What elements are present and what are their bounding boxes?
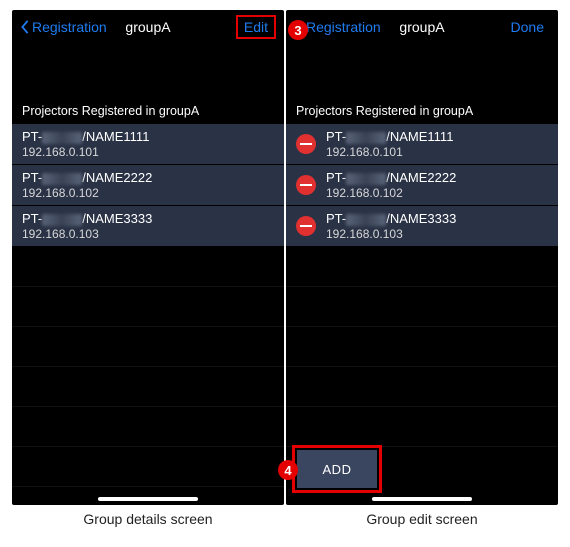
chevron-left-icon xyxy=(20,20,30,34)
navigation-bar: Registration groupA Done xyxy=(286,10,558,44)
redacted-model xyxy=(346,173,386,185)
projector-ip: 192.168.0.103 xyxy=(22,227,152,241)
projector-ip: 192.168.0.102 xyxy=(326,186,456,200)
add-highlight: ADD xyxy=(292,445,382,493)
projector-ip: 192.168.0.102 xyxy=(22,186,152,200)
empty-row xyxy=(286,407,558,447)
empty-row xyxy=(12,287,284,327)
redacted-model xyxy=(42,173,82,185)
right-caption: Group edit screen xyxy=(286,511,558,527)
callout-4: 4 xyxy=(278,460,298,480)
redacted-model xyxy=(42,132,82,144)
empty-row xyxy=(12,447,284,487)
delete-icon[interactable] xyxy=(296,216,316,236)
empty-row xyxy=(12,327,284,367)
page-title: groupA xyxy=(399,19,444,35)
redacted-model xyxy=(42,214,82,226)
section-header: Projectors Registered in groupA xyxy=(12,44,284,124)
done-button[interactable]: Done xyxy=(505,15,550,39)
empty-row xyxy=(12,247,284,287)
back-button[interactable]: Registration xyxy=(20,19,107,35)
redacted-model xyxy=(346,214,386,226)
group-details-screen: Registration groupA Edit Projectors Regi… xyxy=(12,10,284,505)
add-button[interactable]: ADD xyxy=(297,450,377,488)
empty-row xyxy=(286,367,558,407)
projector-row[interactable]: PT-/NAME3333 192.168.0.103 xyxy=(12,206,284,247)
redacted-model xyxy=(346,132,386,144)
edit-button[interactable]: Edit xyxy=(236,15,276,39)
projector-ip: 192.168.0.103 xyxy=(326,227,456,241)
left-caption: Group details screen xyxy=(12,511,284,527)
home-indicator xyxy=(98,497,198,501)
navigation-bar: Registration groupA Edit xyxy=(12,10,284,44)
group-edit-screen: Registration groupA Done Projectors Regi… xyxy=(286,10,558,505)
delete-icon[interactable] xyxy=(296,175,316,195)
projector-row[interactable]: PT-/NAME2222 192.168.0.102 xyxy=(12,165,284,206)
projector-ip: 192.168.0.101 xyxy=(326,145,453,159)
empty-row xyxy=(12,367,284,407)
empty-row xyxy=(286,327,558,367)
projector-row[interactable]: PT-/NAME1111 192.168.0.101 xyxy=(12,124,284,165)
empty-row xyxy=(12,407,284,447)
back-label: Registration xyxy=(306,19,381,35)
empty-row xyxy=(286,287,558,327)
delete-icon[interactable] xyxy=(296,134,316,154)
projector-ip: 192.168.0.101 xyxy=(22,145,149,159)
section-header: Projectors Registered in groupA xyxy=(286,44,558,124)
home-indicator xyxy=(372,497,472,501)
empty-row xyxy=(286,247,558,287)
callout-3: 3 xyxy=(288,20,308,40)
back-label: Registration xyxy=(32,19,107,35)
projector-row[interactable]: PT-/NAME3333 192.168.0.103 xyxy=(286,206,558,247)
projector-row[interactable]: PT-/NAME1111 192.168.0.101 xyxy=(286,124,558,165)
page-title: groupA xyxy=(125,19,170,35)
projector-row[interactable]: PT-/NAME2222 192.168.0.102 xyxy=(286,165,558,206)
